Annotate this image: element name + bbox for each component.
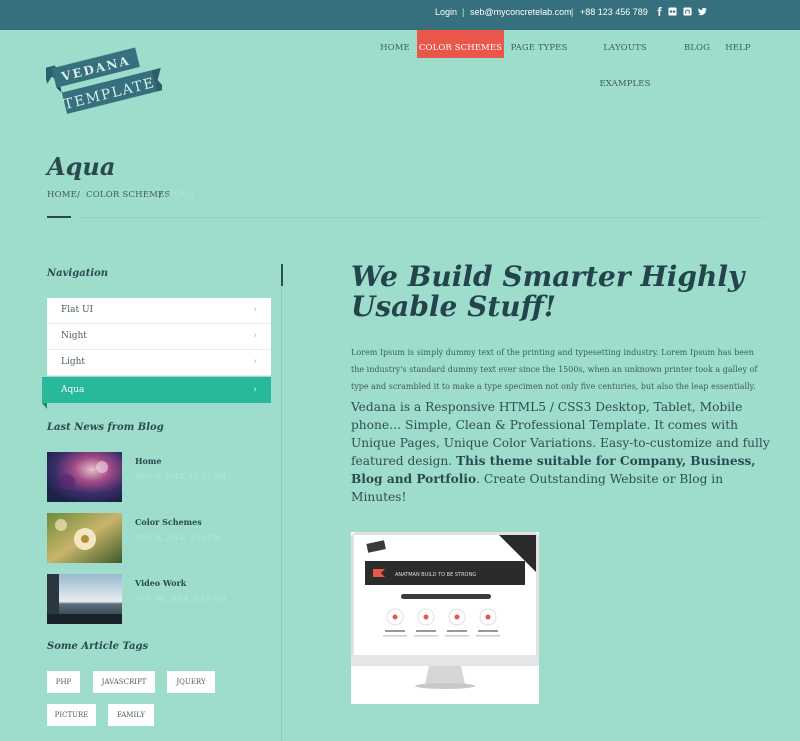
separator: | (462, 7, 465, 17)
chevron-right-icon: › (253, 357, 257, 367)
news-heading: Last News from Blog (47, 422, 164, 433)
facebook-icon[interactable] (655, 7, 664, 16)
hero-headline: We Build Smarter Highly Usable Stuff! (351, 260, 745, 323)
news-item[interactable]: Color Schemes NOV 8, 2014, 3:50 PM (47, 513, 277, 563)
news-date: NOV 08, 2014, 9:15 AM (135, 594, 226, 603)
sidebar-item-label: Flat UI (61, 305, 94, 315)
chevron-right-icon: › (253, 331, 257, 341)
news-date: NOV 8, 2014, 3:50 PM (135, 533, 221, 542)
github-icon[interactable] (683, 7, 692, 16)
phone-number: +88 123 456 789 (580, 7, 648, 17)
nav-home[interactable]: HOME (378, 30, 412, 58)
sidebar-item-aqua[interactable]: Aqua › (42, 377, 271, 403)
screenshot-banner-text: ANATMAN BUILD TO BE STRONG (395, 572, 476, 578)
lorem-paragraph: Lorem Ipsum is simply dummy text of the … (351, 348, 758, 391)
news-thumbnail-image (47, 452, 122, 502)
breadcrumb-separator: / (159, 190, 163, 200)
flickr-icon[interactable] (668, 7, 677, 16)
navigation-heading: Navigation (47, 268, 109, 279)
email-link[interactable]: seb@myconcretelab.com (470, 0, 572, 24)
tag-php[interactable]: PHP (47, 671, 80, 693)
chevron-right-icon: › (253, 385, 257, 395)
header-divider (80, 217, 764, 218)
login-link[interactable]: Login (435, 0, 457, 24)
twitter-icon[interactable] (698, 7, 707, 16)
nav-layouts-examples[interactable]: LAYOUTS EXAMPLES (580, 30, 670, 89)
tags-heading: Some Article Tags (47, 641, 149, 652)
tag-family[interactable]: FAMILY (108, 704, 154, 726)
sidebar-divider (281, 265, 282, 741)
sidebar-item-label: Light (61, 357, 86, 367)
active-item-notch (42, 403, 47, 409)
title-underline (47, 216, 71, 218)
sidebar-item-light[interactable]: Light › (47, 350, 271, 376)
sidebar-item-label: Night (61, 331, 87, 341)
sidebar-item-night[interactable]: Night › (47, 324, 271, 350)
news-title[interactable]: Video Work (135, 578, 186, 588)
sidebar-item-label: Aqua (61, 385, 85, 395)
news-item[interactable]: Home NOV 8, 2014, 11:31 AM (47, 452, 277, 502)
chevron-right-icon: › (253, 305, 257, 315)
breadcrumb-current: AQUA (168, 190, 195, 200)
tag-picture[interactable]: PICTURE (47, 704, 96, 726)
separator: | (571, 7, 574, 17)
news-date: NOV 8, 2014, 11:31 AM (135, 472, 226, 481)
imac-screenshot-image: ANATMAN BUILD TO BE STRONG (351, 532, 539, 704)
news-thumbnail-image (47, 574, 122, 624)
tag-javascript[interactable]: JAVASCRIPT (93, 671, 155, 693)
page-title: Aqua (47, 152, 116, 181)
news-title[interactable]: Home (135, 456, 161, 466)
tag-jquery[interactable]: JQUERY (167, 671, 215, 693)
sidebar-item-flat-ui[interactable]: Flat UI › (47, 298, 271, 324)
news-thumbnail-image (47, 513, 122, 563)
breadcrumb-separator: / (77, 190, 81, 200)
nav-page-types[interactable]: PAGE TYPES (510, 30, 568, 58)
news-item[interactable]: Video Work NOV 08, 2014, 9:15 AM (47, 574, 277, 624)
intro-paragraph: Vedana is a Responsive HTML5 / CSS3 Desk… (351, 398, 771, 506)
breadcrumb-color-schemes[interactable]: COLOR SCHEMES (86, 190, 170, 200)
main-navigation: HOME COLOR SCHEMES PAGE TYPES LAYOUTS EX… (0, 30, 800, 89)
news-title[interactable]: Color Schemes (135, 517, 202, 527)
breadcrumb-home[interactable]: HOME (47, 190, 77, 200)
nav-color-schemes[interactable]: COLOR SCHEMES (417, 30, 504, 58)
nav-blog[interactable]: BLOG (683, 30, 711, 58)
nav-help[interactable]: HELP (724, 30, 752, 58)
top-bar: Login | seb@myconcretelab.com | +88 123 … (0, 0, 800, 30)
sidebar-divider-accent (281, 264, 283, 286)
